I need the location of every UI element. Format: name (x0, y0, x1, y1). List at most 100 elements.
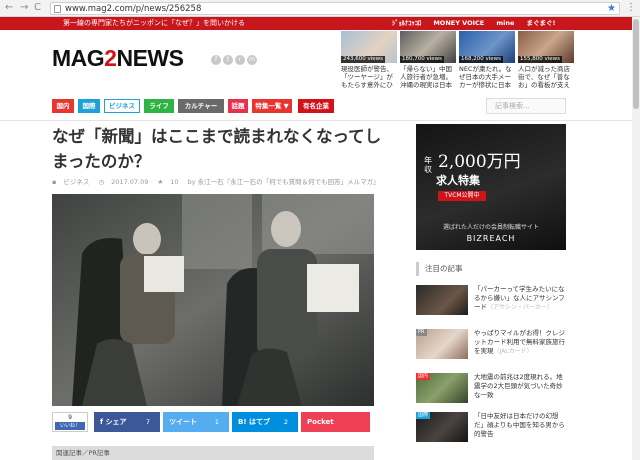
pocket-button[interactable]: Pocket (301, 412, 370, 432)
twitter-share-button[interactable]: ツイート 1 (163, 412, 229, 432)
top-news-thumbnail: 168,200 views (459, 31, 515, 63)
browser-menu-icon[interactable]: ⋮ (626, 1, 636, 15)
twitter-share-count: 1 (214, 418, 219, 426)
twitter-share-label: ツイート (169, 418, 197, 426)
sidebar-article[interactable]: PR やっぱりマイルがお得！クレジットカード利用で無料家族旅行を実現（JALカー… (416, 329, 566, 359)
view-count: 180,700 views (400, 56, 445, 63)
category-life[interactable]: ライフ (144, 99, 174, 113)
page-icon (54, 5, 61, 13)
category-special-dropdown[interactable]: 特集一覧 ▼ (252, 99, 292, 113)
sidebar-thumbnail: 国際 (416, 412, 468, 442)
top-news-caption: NECが粛たれ。なぜ日本の大手メーカーが惨状に日本再生 (459, 65, 512, 89)
twitter-icon[interactable]: t (223, 55, 233, 65)
article-stars: 10 (170, 178, 179, 186)
sidebar-article[interactable]: 国際 「日中友好は日本だけの幻想だ」顔よりも中国を知る男から的警告 (416, 412, 566, 442)
sidebar-label: PR (416, 329, 427, 336)
partner-links: ｼﾞｮﾙﾅｺｯｺﾛ MONEY VOICE mine まぐまぐ! (392, 18, 565, 29)
ad-brand: BIZREACH (466, 234, 516, 243)
partner-link-jorunacoccolo[interactable]: ｼﾞｮﾙﾅｺｯｺﾛ (392, 19, 421, 27)
sidebar-label: 国際 (416, 412, 431, 419)
ad-badge: TVCM公開中 (438, 191, 486, 201)
share-bar: 9 いいね！ f シェア 7 ツイート 1 B! はてブ 2 Pocket (52, 412, 370, 432)
mail-icon[interactable]: m (247, 55, 257, 65)
facebook-icon[interactable]: f (211, 55, 221, 65)
header-divider (0, 120, 640, 121)
reload-icon[interactable]: C (34, 2, 41, 14)
top-news-thumbnail: 180,700 views (400, 31, 456, 63)
sidebar-article-source: （アサシン・パーカー） (487, 304, 554, 311)
page-scrollbar[interactable] (632, 17, 640, 460)
sidebar-ad[interactable]: 年収 2,000万円 求人特集 TVCM公開中 選ばれた人だけの会員制転職サイト… (416, 124, 566, 250)
facebook-share-count: 7 (145, 418, 150, 426)
sidebar-article-text: やっぱりマイルがお得！クレジットカード利用で無料家族旅行を実現（JALカード） (474, 329, 566, 356)
related-label: 関連記事／PR記事 (56, 449, 110, 457)
ad-subheadline: 求人特集 (436, 174, 480, 187)
top-news-caption: 人口が減った商店街で、なぜ「普なお」の看板が支えられた (518, 65, 570, 89)
view-count: 155,800 views (518, 56, 563, 63)
hatena-share-label: B! はてブ (238, 418, 270, 426)
top-news-caption: 現役医師が警告、「ツーヤージ」がもたらす意外にひ (341, 65, 393, 89)
logo-part-mag: MAG (52, 45, 105, 71)
site-slogan: 第一線の専門家たちがニッポンに「なぜ？」を問いかける (63, 19, 245, 27)
folder-icon: ▪ (52, 178, 57, 186)
search-placeholder: 記事検索... (495, 102, 530, 110)
category-companies[interactable]: 有名企業 (298, 99, 334, 113)
category-culture[interactable]: カルチャー (178, 99, 224, 113)
category-topic[interactable]: 話題 (228, 99, 248, 113)
logo-part-news: NEWS (116, 45, 184, 71)
forward-icon[interactable]: → (20, 2, 28, 14)
top-news-item[interactable]: 155,800 views 人口が減った商店街で、なぜ「普なお」の看板が支えられ… (518, 31, 574, 93)
scrollbar-thumb[interactable] (633, 19, 639, 109)
partner-link-moneyvoice[interactable]: MONEY VOICE (433, 19, 484, 27)
ad-tagline: 選ばれた人だけの会員制転職サイト (442, 224, 539, 231)
top-news-item[interactable]: 168,200 views NECが粛たれ。なぜ日本の大手メーカーが惨状に日本再… (459, 31, 515, 93)
sidebar-article-text: 「パーカーって学生みたいになるから嫌い」な人にアサシンフード（アサシン・パーカー… (474, 285, 566, 312)
search-input[interactable]: 記事検索... (486, 98, 566, 114)
hero-image (52, 194, 374, 406)
like-count: 9 (68, 414, 72, 421)
facebook-share-button[interactable]: f シェア 7 (94, 412, 160, 432)
rss-icon[interactable]: r (235, 55, 245, 65)
sidebar-article-text: 大地震の前兆は2度現れる。地震学の2大巨頭が気づいた奇妙な一致 (474, 373, 566, 400)
back-icon[interactable]: ← (5, 2, 13, 14)
top-news-thumbnail: 243,600 views (341, 31, 397, 63)
ad-headline: 2,000万円 (438, 152, 521, 172)
url-text: www.mag2.com/p/news/256258 (65, 4, 202, 14)
sidebar-thumbnail (416, 285, 468, 315)
star-icon: ★ (157, 178, 164, 186)
sidebar-thumbnail: 国内 (416, 373, 468, 403)
partner-link-mag2[interactable]: まぐまぐ! (526, 19, 555, 27)
sidebar-heading-label: 注目の記事 (425, 264, 463, 273)
top-news-item[interactable]: 180,700 views 「帰らない」中国人旅行者が急増。沖縄の現実は日本の (400, 31, 456, 93)
top-news-thumbnail: 155,800 views (518, 31, 574, 63)
address-bar[interactable]: www.mag2.com/p/news/256258 ★ (50, 2, 620, 15)
partner-link-mine[interactable]: mine (496, 19, 514, 27)
category-domestic[interactable]: 国内 (52, 99, 74, 113)
article-category[interactable]: ビジネス (63, 178, 89, 186)
sidebar-article-text: 「日中友好は日本だけの幻想だ」顔よりも中国を知る男から的警告 (474, 412, 566, 439)
related-section-header: 関連記事／PR記事 (52, 446, 374, 460)
sidebar-article[interactable]: 国内 大地震の前兆は2度現れる。地震学の2大巨頭が気づいた奇妙な一致 (416, 373, 566, 403)
top-news-caption: 「帰らない」中国人旅行者が急増。沖縄の現実は日本の (400, 65, 452, 89)
category-business[interactable]: ビジネス (104, 99, 140, 113)
logo-part-2: 2 (104, 45, 117, 71)
article-author[interactable]: by 永江一石『永江一石の「何でも質問＆何でも回答」メルマガ』 (188, 178, 380, 186)
top-news-item[interactable]: 243,600 views 現役医師が警告、「ツーヤージ」がもたらす意外にひ (341, 31, 397, 93)
bookmark-star-icon[interactable]: ★ (607, 3, 616, 15)
hatena-share-button[interactable]: B! はてブ 2 (232, 412, 298, 432)
sidebar-article-source: （JALカード） (493, 348, 533, 355)
sidebar-article-title: 「日中友好は日本だけの幻想だ」顔よりも中国を知る男から的警告 (474, 412, 565, 438)
sidebar-thumbnail: PR (416, 329, 468, 359)
site-topbar: 第一線の専門家たちがニッポンに「なぜ？」を問いかける ｼﾞｮﾙﾅｺｯｺﾛ MON… (0, 17, 640, 30)
category-international[interactable]: 国際 (78, 99, 100, 113)
sidebar-article[interactable]: 「パーカーって学生みたいになるから嫌い」な人にアサシンフード（アサシン・パーカー… (416, 285, 566, 315)
article-title: なぜ「新聞」はここまで読まれなくなってしまったのか？ (52, 127, 382, 171)
facebook-like-box[interactable]: 9 いいね！ (52, 412, 88, 432)
like-button[interactable]: いいね！ (55, 422, 85, 430)
article-date: 2017.07.09 (111, 178, 149, 186)
view-count: 243,600 views (341, 56, 386, 63)
site-logo[interactable]: MAG2NEWS (52, 45, 184, 72)
sidebar-article-title: 大地震の前兆は2度現れる。地震学の2大巨頭が気づいた奇妙な一致 (474, 373, 563, 399)
sidebar-label: 国内 (416, 373, 431, 380)
view-count: 168,200 views (459, 56, 504, 63)
